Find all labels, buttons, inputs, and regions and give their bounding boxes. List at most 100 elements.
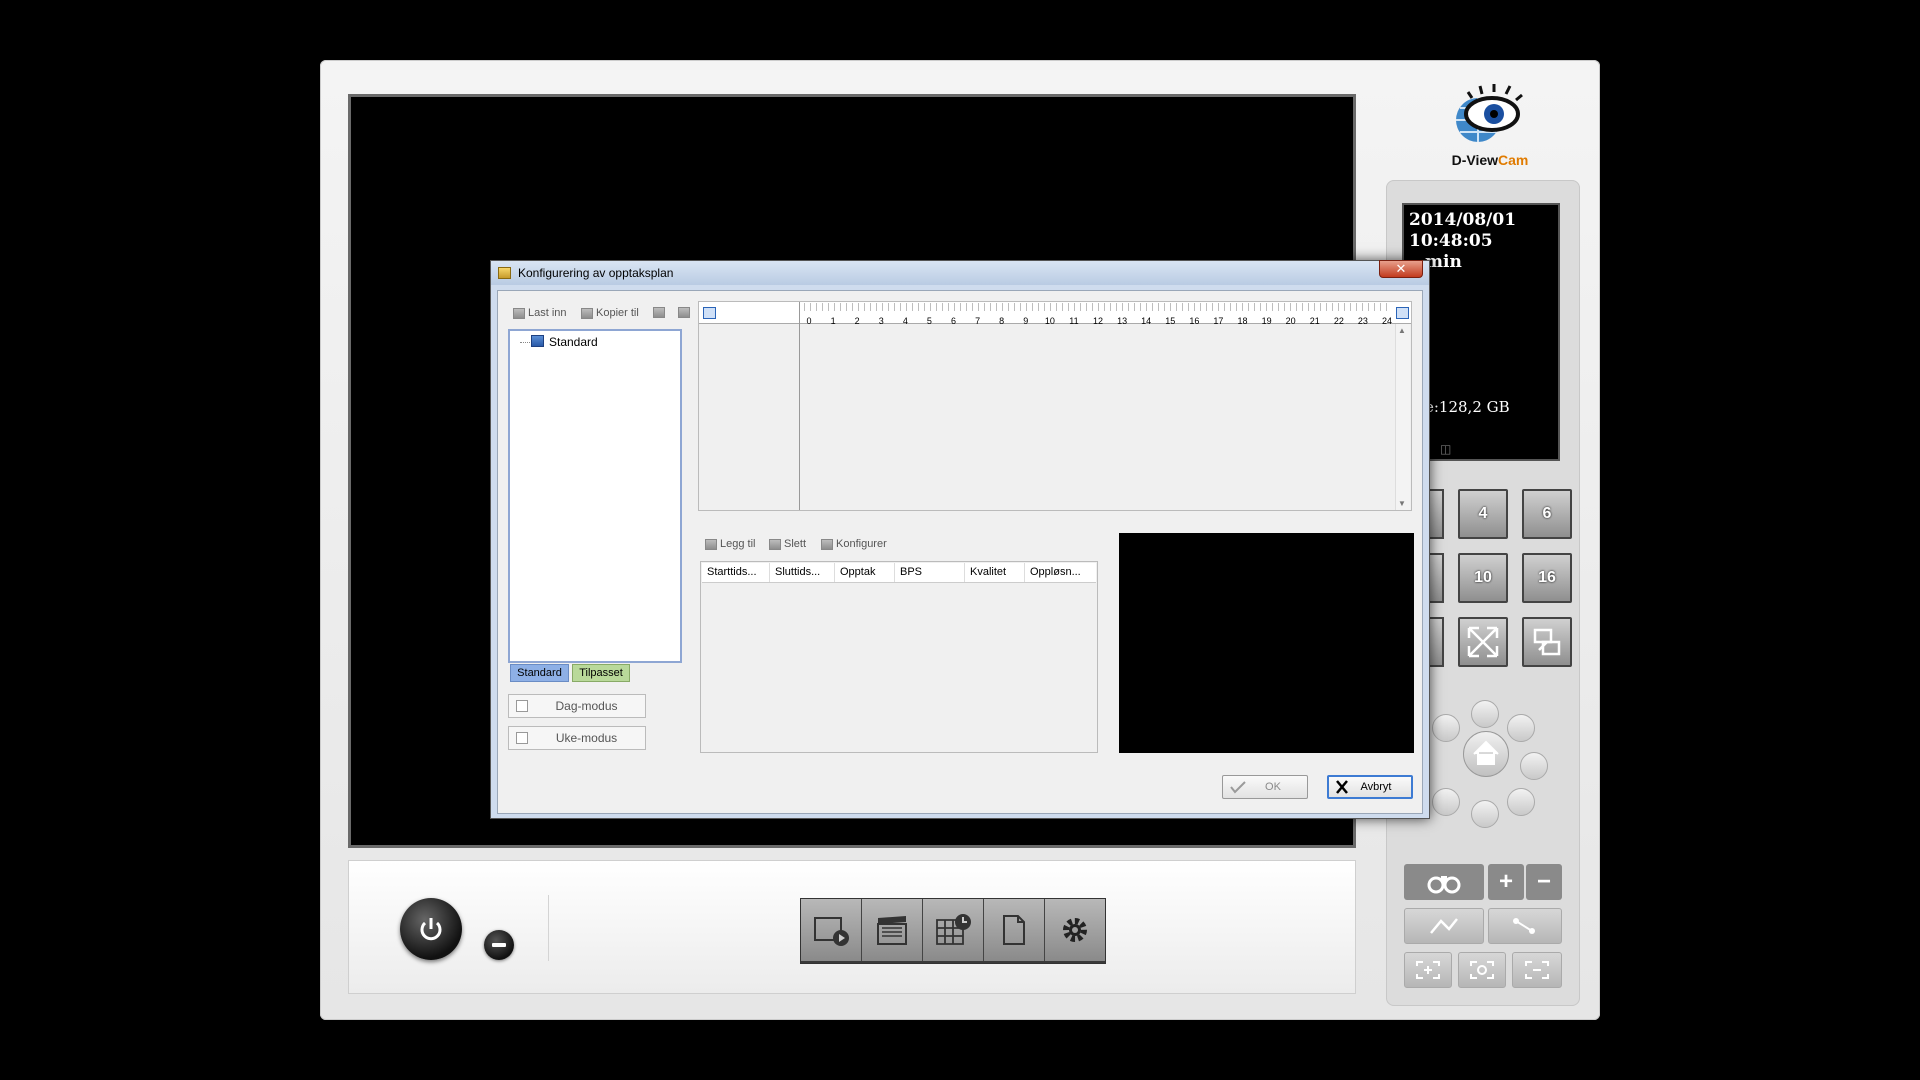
timeline-hour-label: 11 (1069, 316, 1079, 326)
layout-10-button[interactable]: 10 (1458, 553, 1508, 603)
info-date: 2014/08/01 (1409, 210, 1517, 230)
points-icon (1513, 918, 1535, 934)
column-end-time[interactable]: Sluttids... (770, 563, 835, 582)
tree-item-standard[interactable]: Standard (549, 335, 598, 349)
ok-label: OK (1265, 781, 1281, 793)
preset-path-button[interactable] (1404, 908, 1484, 944)
delete-entry-label: Slett (784, 538, 807, 550)
column-recording[interactable]: Opptak (835, 563, 895, 582)
timeline-hour-label: 0 (806, 316, 812, 326)
add-entry-icon (705, 538, 717, 550)
layout-6-button[interactable]: 6 (1522, 489, 1572, 539)
timeline-hour-label: 3 (878, 316, 884, 326)
info-user: min (1425, 252, 1462, 272)
focus-target-icon (1470, 961, 1494, 979)
scroll-down-icon[interactable]: ▼ (1398, 499, 1406, 508)
timeline-hour-label: 9 (1023, 316, 1029, 326)
load-label: Last inn (528, 307, 567, 319)
column-quality[interactable]: Kvalitet (965, 563, 1025, 582)
layout-9-button[interactable] (1430, 553, 1444, 603)
main-toolbar (800, 898, 1106, 964)
delete-schedule-button[interactable] (678, 307, 690, 318)
info-time: 10:48:05 (1409, 231, 1493, 251)
dialog-close-button[interactable]: ✕ (1379, 260, 1423, 278)
day-mode-checkbox[interactable] (516, 700, 528, 712)
settings-button[interactable] (1045, 899, 1105, 961)
timeline-hour-label: 12 (1092, 316, 1104, 326)
tab-custom[interactable]: Tilpasset (572, 664, 630, 682)
ptz-up-left-button[interactable] (1432, 714, 1460, 742)
tab-standard[interactable]: Standard (510, 664, 569, 682)
layout-4-button[interactable]: 4 (1458, 489, 1508, 539)
layout-sequence-button[interactable] (1430, 617, 1444, 667)
minimize-button[interactable] (484, 930, 514, 960)
playback-button[interactable] (801, 899, 862, 961)
eye-icon (1464, 84, 1523, 132)
schedule-entries-table[interactable] (700, 561, 1098, 753)
log-button[interactable] (984, 899, 1045, 961)
divider (548, 895, 549, 961)
layout-1-button[interactable] (1430, 489, 1444, 539)
path-icon (1430, 918, 1458, 934)
schedule-button[interactable] (923, 899, 984, 961)
add-entry-button[interactable]: Legg til (705, 538, 755, 550)
calendar-icon[interactable] (1396, 307, 1409, 319)
ptz-up-right-button[interactable] (1507, 714, 1535, 742)
timeline-hour-label: 18 (1237, 316, 1248, 326)
timeline-hour-label: 20 (1285, 316, 1296, 326)
zoom-out-button[interactable]: − (1526, 864, 1562, 900)
power-button[interactable] (400, 898, 462, 960)
power-icon (420, 918, 442, 941)
load-button[interactable]: Last inn (513, 307, 567, 319)
copy-to-button[interactable]: Kopier til (581, 307, 639, 319)
delete-entry-button[interactable]: Slett (769, 538, 806, 550)
cancel-label: Avbryt (1360, 781, 1392, 793)
timeline-divider (799, 302, 800, 510)
focus-auto-button[interactable] (1458, 952, 1506, 988)
schedule-tree[interactable] (508, 329, 682, 663)
ptz-down-button[interactable] (1471, 800, 1499, 828)
focus-far-button[interactable] (1512, 952, 1562, 988)
column-resolution[interactable]: Oppløsn... (1025, 563, 1096, 582)
ptz-up-button[interactable] (1471, 700, 1499, 728)
timeline-scrollbar[interactable] (1395, 324, 1410, 510)
week-mode-option[interactable]: Uke-modus (508, 726, 646, 750)
timeline-hour-label: 10 (1044, 316, 1055, 326)
schedule-timeline[interactable] (698, 301, 1412, 511)
x-icon (1336, 780, 1348, 794)
ptz-down-left-button[interactable] (1432, 788, 1460, 816)
gear-icon (1063, 918, 1087, 942)
preset-point-button[interactable] (1488, 908, 1562, 944)
timeline-hour-label: 24 (1381, 316, 1393, 326)
copy-label: Kopier til (596, 307, 639, 319)
week-mode-checkbox[interactable] (516, 732, 528, 744)
check-icon (1230, 781, 1246, 794)
day-mode-option[interactable]: Dag-modus (508, 694, 646, 718)
ptz-control (1432, 700, 1548, 828)
ok-button[interactable]: OK (1222, 775, 1308, 799)
fullscreen-icon (1467, 626, 1499, 658)
timeline-hour-label: 15 (1165, 316, 1176, 326)
ptz-down-right-button[interactable] (1507, 788, 1535, 816)
record-button[interactable] (862, 899, 923, 961)
ptz-home-button[interactable] (1463, 731, 1509, 777)
binoculars-icon (1427, 876, 1461, 894)
delete-entry-icon (769, 538, 781, 550)
ptz-right-button[interactable] (1520, 752, 1548, 780)
column-start-time[interactable]: Starttids... (702, 563, 770, 582)
timeline-ruler (804, 303, 1388, 311)
column-bps[interactable]: BPS (895, 563, 965, 582)
scroll-up-icon[interactable]: ▲ (1398, 326, 1406, 335)
layout-16-button[interactable]: 16 (1522, 553, 1572, 603)
add-schedule-button[interactable] (653, 307, 665, 318)
fullscreen-button[interactable] (1458, 617, 1508, 667)
zoom-in-button[interactable]: + (1488, 864, 1524, 900)
swap-view-button[interactable] (1522, 617, 1572, 667)
configure-entry-button[interactable]: Konfigurer (821, 538, 887, 550)
speaker-icon: ◫ (1440, 442, 1452, 456)
cancel-button[interactable]: Avbryt (1327, 775, 1413, 799)
table-view-icon[interactable] (703, 307, 716, 319)
patrol-button[interactable] (1404, 864, 1484, 900)
focus-near-button[interactable] (1404, 952, 1452, 988)
table-header: Starttids... Sluttids... Opptak BPS Kval… (702, 563, 1096, 583)
